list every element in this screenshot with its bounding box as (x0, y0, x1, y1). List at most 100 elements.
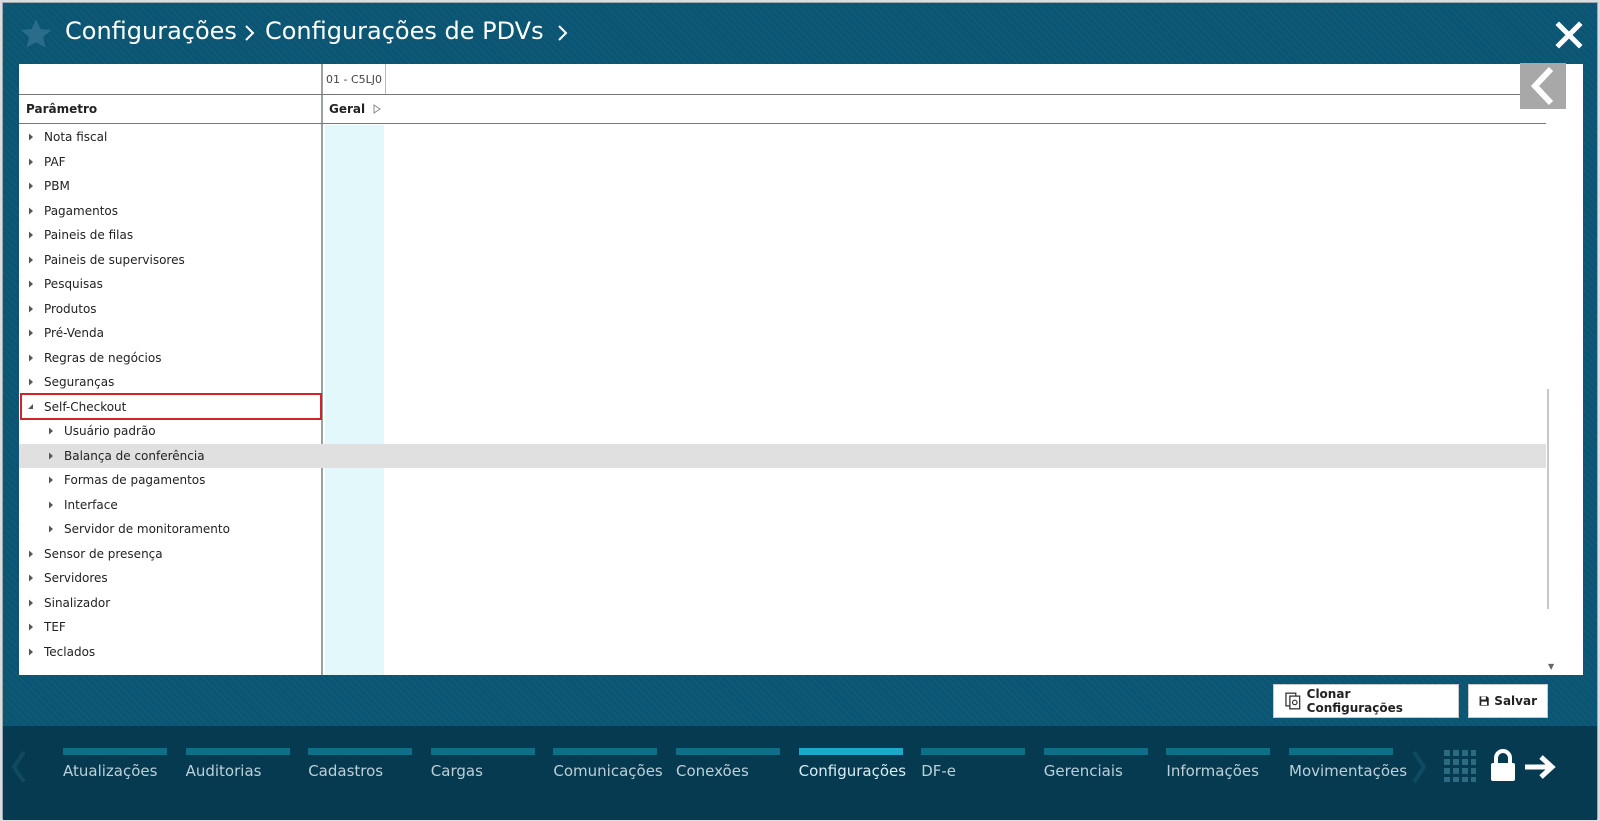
nav-item[interactable]: Atualizações (63, 748, 167, 798)
triangle-right-icon[interactable] (28, 158, 34, 166)
nav-item-label: Configurações (798, 762, 907, 780)
tree-row-label: Interface (64, 497, 118, 512)
triangle-right-icon[interactable] (28, 207, 34, 215)
tree-row[interactable]: Formas de pagamentos (19, 468, 1546, 493)
tree-row[interactable]: Usuário padrão (19, 419, 1546, 444)
clone-settings-button[interactable]: Clonar Configurações (1273, 684, 1459, 718)
chevron-left-icon[interactable] (11, 750, 27, 784)
tree-row[interactable]: Nota fiscal (19, 125, 1546, 150)
side-panel-toggle[interactable] (1520, 63, 1566, 109)
triangle-right-icon[interactable] (28, 378, 34, 386)
triangle-right-icon[interactable] (28, 305, 34, 313)
divider (19, 94, 1546, 95)
apps-grid-icon[interactable] (1444, 750, 1476, 782)
nav-item-label: Atualizações (63, 762, 158, 780)
triangle-right-icon[interactable] (28, 574, 34, 582)
triangle-right-icon[interactable] (48, 525, 54, 533)
tree-row-label: Servidores (44, 571, 108, 586)
triangle-right-icon[interactable] (28, 133, 34, 141)
nav-item[interactable]: Auditorias (185, 748, 290, 798)
star-icon[interactable] (19, 17, 53, 51)
lock-icon[interactable] (1490, 748, 1516, 782)
tree-row[interactable]: Servidor de monitoramento (19, 517, 1546, 542)
nav-item[interactable]: Cadastros (308, 748, 413, 798)
nav-item-bar (1289, 748, 1393, 755)
nav-item-label: Movimentações (1289, 762, 1408, 780)
triangle-right-icon[interactable] (28, 280, 34, 288)
triangle-right-icon[interactable] (28, 182, 34, 190)
nav-item-bar (676, 748, 780, 755)
nav-item[interactable]: Configurações (798, 748, 907, 798)
breadcrumb-item-pdv-settings[interactable]: Configurações de PDVs (265, 17, 544, 45)
nav-item-label: DF-e (921, 762, 957, 780)
nav-item-label: Gerenciais (1043, 762, 1123, 780)
triangle-down-icon[interactable] (28, 403, 34, 411)
group-header-label: Geral (329, 102, 366, 116)
triangle-right-icon[interactable] (28, 599, 34, 607)
chevron-right-icon[interactable] (1411, 750, 1427, 784)
triangle-right-icon[interactable] (28, 550, 34, 558)
config-grid-panel: 01 - C5LJ0 Parâmetro Geral Nota fiscal PA… (19, 64, 1583, 675)
tree-row[interactable]: Self-Checkout (19, 395, 1546, 420)
tree-row[interactable]: Sensor de presença (19, 542, 1546, 567)
store-column-header[interactable]: 01 - C5LJ0 (323, 64, 386, 94)
tree-row[interactable]: Regras de negócios (19, 346, 1546, 371)
tree-row[interactable]: Paineis de supervisores (19, 248, 1546, 273)
chevron-right-icon[interactable] (556, 20, 570, 44)
tree-row-label: Formas de pagamentos (64, 473, 206, 488)
triangle-right-icon[interactable] (28, 354, 34, 362)
triangle-right-icon[interactable] (48, 501, 54, 509)
tree-row[interactable]: Balança de conferência (19, 443, 1546, 468)
tree-row[interactable]: Pagamentos (19, 199, 1546, 224)
nav-item[interactable]: Comunicações (553, 748, 663, 798)
triangle-right-icon[interactable] (373, 104, 382, 114)
nav-item-bar (1166, 748, 1271, 755)
tree-row-label: Paineis de filas (44, 228, 134, 243)
vertical-scrollbar[interactable] (1547, 389, 1549, 609)
nav-item-bar (553, 748, 658, 755)
save-button[interactable]: Salvar (1468, 684, 1548, 718)
tree-row[interactable]: Pré-Venda (19, 321, 1546, 346)
tree-row-label: PBM (44, 179, 70, 194)
parameter-tree: Nota fiscal PAF PBM Pagamentos Paineis de fi… (19, 125, 1546, 664)
triangle-right-icon[interactable] (28, 231, 34, 239)
logout-arrow-icon[interactable] (1523, 754, 1557, 780)
nav-item-label: Informações (1166, 762, 1259, 780)
tree-row-label: TEF (44, 620, 66, 635)
nav-item[interactable]: Gerenciais (1043, 748, 1148, 798)
nav-item-bar (185, 748, 290, 755)
nav-item[interactable]: Conexões (676, 748, 780, 798)
tree-row-label: Pesquisas (44, 277, 103, 292)
parameter-header: Parâmetro (26, 102, 98, 116)
nav-item[interactable]: Cargas (430, 748, 535, 798)
nav-item[interactable]: Movimentações (1289, 748, 1407, 798)
triangle-right-icon[interactable] (28, 623, 34, 631)
scroll-down-icon[interactable]: ▼ (1548, 662, 1554, 671)
tree-row[interactable]: Servidores (19, 566, 1546, 591)
tree-row[interactable]: PAF (19, 150, 1546, 175)
breadcrumb: Configurações Configurações de PDVs (65, 17, 578, 45)
breadcrumb-item-settings[interactable]: Configurações (65, 17, 237, 45)
nav-item[interactable]: Informações (1166, 748, 1271, 798)
nav-item[interactable]: DF-e (921, 748, 1026, 798)
tree-row[interactable]: Sinalizador (19, 591, 1546, 616)
triangle-right-icon[interactable] (28, 329, 34, 337)
group-header-geral[interactable]: Geral (329, 102, 382, 116)
tree-row[interactable]: Pesquisas (19, 272, 1546, 297)
triangle-right-icon[interactable] (48, 452, 54, 460)
tree-row[interactable]: Seguranças (19, 370, 1546, 395)
tree-row[interactable]: Teclados (19, 640, 1546, 665)
triangle-right-icon[interactable] (28, 648, 34, 656)
close-icon[interactable] (1555, 21, 1583, 49)
tree-row[interactable]: TEF (19, 615, 1546, 640)
tree-row-label: Usuário padrão (64, 424, 156, 439)
tree-row-label: Self-Checkout (44, 399, 127, 414)
triangle-right-icon[interactable] (48, 476, 54, 484)
tree-row[interactable]: Paineis de filas (19, 223, 1546, 248)
tree-row[interactable]: PBM (19, 174, 1546, 199)
tree-row-label: Pagamentos (44, 203, 118, 218)
triangle-right-icon[interactable] (48, 427, 54, 435)
tree-row[interactable]: Produtos (19, 297, 1546, 322)
triangle-right-icon[interactable] (28, 256, 34, 264)
tree-row[interactable]: Interface (19, 493, 1546, 518)
